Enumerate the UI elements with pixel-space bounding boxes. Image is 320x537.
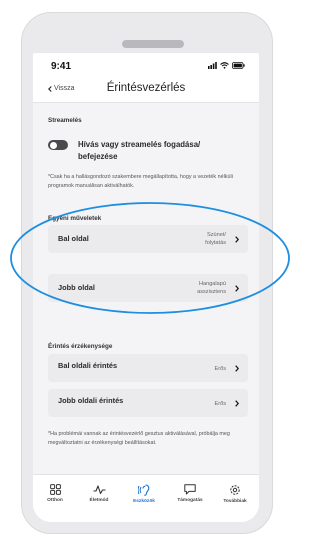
- status-bar: 9:41: [33, 53, 259, 75]
- left-touch-value: Erős: [214, 366, 226, 372]
- battery-icon: [232, 62, 245, 69]
- right-touch-value: Erős: [214, 401, 226, 407]
- activity-icon: [93, 485, 105, 495]
- signal-icon: [208, 62, 217, 69]
- tab-eszkozok[interactable]: Eszközök: [122, 484, 166, 504]
- streaming-toggle-label: Hívás vagy streamelés fogadása/ befejezé…: [78, 140, 201, 161]
- left-side-row[interactable]: Bal oldal Szünet/ folytatás: [48, 225, 248, 253]
- right-side-row[interactable]: Jobb oldal Hangalapú asszisztens: [48, 274, 248, 302]
- right-touch-row[interactable]: Jobb oldali érintés Erős: [48, 389, 248, 417]
- left-touch-label: Bal oldali érintés: [58, 361, 118, 370]
- tab-label: Életmód: [89, 498, 109, 503]
- custom-ops-heading: Egyéni műveletek: [48, 215, 102, 222]
- chat-icon: [184, 484, 196, 495]
- status-icons: [208, 62, 245, 69]
- left-side-label: Bal oldal: [58, 234, 89, 243]
- right-side-value: Hangalapú asszisztens: [197, 281, 226, 295]
- tab-label: Eszközök: [133, 499, 155, 504]
- tab-eletmod[interactable]: Életmód: [77, 484, 121, 503]
- wifi-icon: [220, 62, 229, 69]
- sensitivity-note: *Ha problémái vannak az érintésvezérlő g…: [48, 431, 230, 446]
- streaming-note: *Csak ha a hallásgondozó szakembere megá…: [48, 174, 233, 189]
- tab-label: Otthon: [47, 498, 63, 503]
- streaming-toggle-row: Hívás vagy streamelés fogadása/ befejezé…: [48, 139, 248, 167]
- page-title: Érintésvezérlés: [106, 82, 186, 94]
- tab-bar: Otthon Életmód Eszközök Támogatás Tovább…: [33, 474, 259, 522]
- status-time: 9:41: [51, 61, 72, 72]
- left-side-value: Szünet/ folytatás: [205, 232, 226, 246]
- grid-icon: [49, 484, 61, 495]
- left-touch-row[interactable]: Bal oldali érintés Erős: [48, 354, 248, 382]
- chevron-right-icon: [235, 400, 239, 407]
- right-side-label: Jobb oldal: [58, 283, 95, 292]
- right-touch-label: Jobb oldali érintés: [58, 396, 124, 405]
- tab-tamogatas[interactable]: Támogatás: [168, 484, 212, 503]
- tab-otthon[interactable]: Otthon: [33, 484, 77, 503]
- sensitivity-heading: Érintés érzékenysége: [48, 343, 113, 350]
- gear-icon: [230, 485, 240, 495]
- hearing-aid-icon: [137, 484, 149, 496]
- tab-tovabbiak[interactable]: Továbbiak: [213, 484, 257, 504]
- chevron-right-icon: [235, 365, 239, 372]
- speaker-notch: [122, 40, 184, 48]
- nav-bar: Vissza Érintésvezérlés: [33, 75, 259, 103]
- chevron-right-icon: [235, 236, 239, 243]
- tab-label: Támogatás: [177, 498, 203, 503]
- tab-label: Továbbiak: [223, 499, 247, 504]
- app-screen: 9:41 Vissza Érintésvezérlés Streamelés H…: [33, 53, 259, 522]
- streaming-toggle[interactable]: [48, 140, 68, 150]
- chevron-right-icon: [235, 285, 239, 292]
- streaming-heading: Streamelés: [48, 117, 82, 124]
